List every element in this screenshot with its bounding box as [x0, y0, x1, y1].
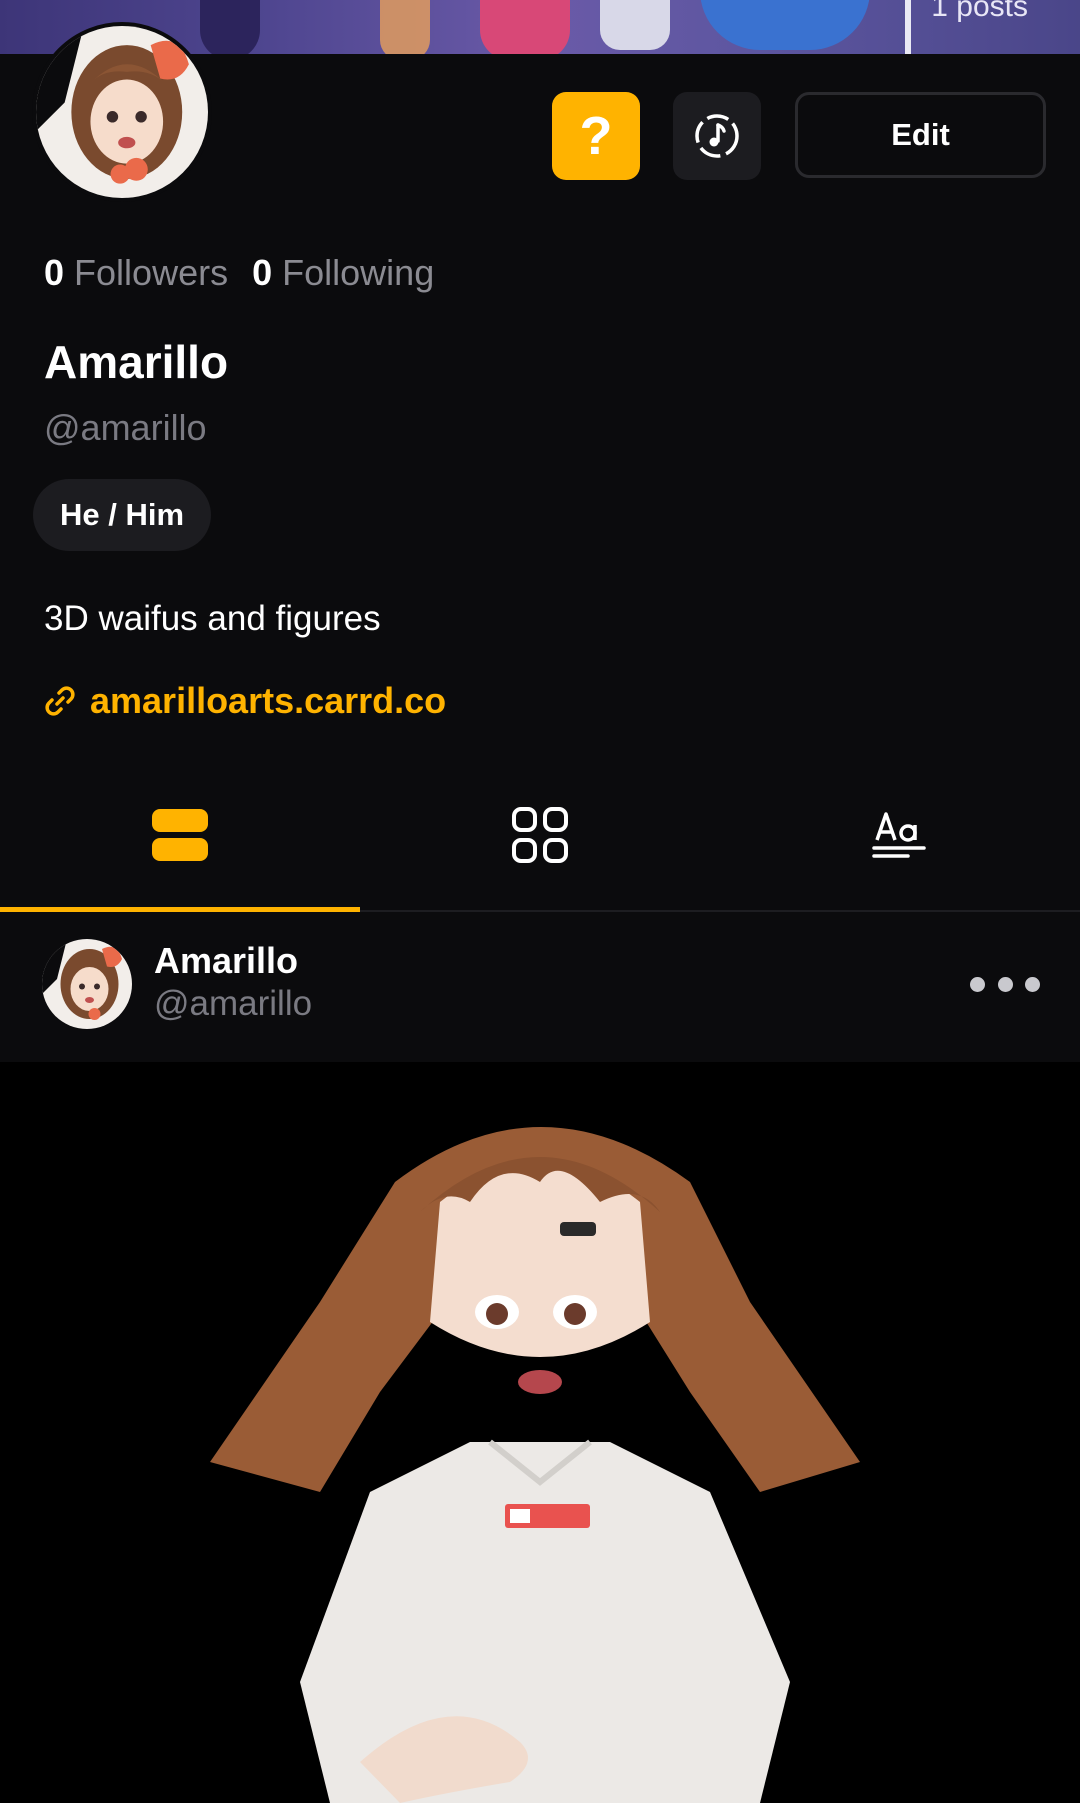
- profile-link[interactable]: amarilloarts.carrd.co: [42, 680, 446, 722]
- following-link[interactable]: 0 Following: [252, 252, 434, 293]
- feed-list-icon: [152, 809, 208, 861]
- tab-feed[interactable]: [0, 760, 360, 912]
- post-author-name[interactable]: Amarillo: [154, 940, 298, 982]
- link-icon: [45, 686, 75, 716]
- music-disc-icon: [695, 114, 739, 158]
- edit-profile-button[interactable]: Edit: [795, 92, 1046, 178]
- tab-grid[interactable]: [360, 760, 720, 910]
- following-label: Following: [282, 252, 435, 293]
- text-icon: [872, 812, 926, 858]
- profile-tabs: [0, 760, 1080, 912]
- profile-bio: 3D waifus and figures: [44, 599, 381, 638]
- followers-label: Followers: [74, 252, 229, 293]
- following-count: 0: [252, 252, 273, 293]
- post-author-avatar[interactable]: [42, 939, 132, 1029]
- profile-link-text: amarilloarts.carrd.co: [90, 680, 447, 721]
- post-header: Amarillo @amarillo: [0, 914, 1080, 1062]
- post-image[interactable]: [0, 1062, 1080, 1803]
- followers-count: 0: [44, 252, 65, 293]
- help-button[interactable]: ?: [552, 92, 640, 180]
- posts-count: 1 posts: [931, 0, 1028, 23]
- grid-icon: [512, 807, 568, 863]
- banner-art: [200, 0, 260, 54]
- active-tab-indicator: [0, 907, 360, 912]
- post-author-handle: @amarillo: [154, 984, 313, 1023]
- question-icon: ?: [579, 106, 613, 166]
- post-more-button[interactable]: [970, 969, 1040, 999]
- music-button[interactable]: [673, 92, 761, 180]
- more-dots-icon: [970, 976, 985, 992]
- pronouns-badge: He / Him: [33, 479, 211, 551]
- tab-text[interactable]: [720, 760, 1080, 910]
- followers-link[interactable]: 0 Followers: [44, 252, 228, 293]
- profile-avatar[interactable]: [32, 22, 212, 202]
- profile-handle: @amarillo: [44, 407, 207, 448]
- follow-stats: 0 Followers 0 Following: [44, 252, 434, 294]
- profile-display-name: Amarillo: [44, 336, 229, 388]
